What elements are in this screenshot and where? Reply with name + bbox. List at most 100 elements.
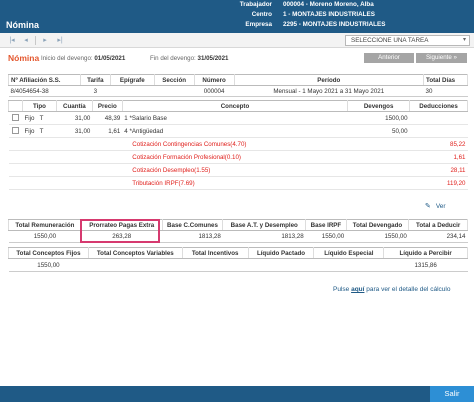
end-period-label: Fin del devengo: [150,55,196,62]
next-button[interactable]: Siguiente » [416,53,467,63]
col-periodo: Período [233,74,425,86]
periodo-value: Mensual - 1 Mayo 2021 a 31 Mayo 2021 [234,85,424,97]
base-at-desempleo-value: 1813,28 [222,230,306,243]
cuantia-value: 31,00 [56,111,93,125]
app-header: Trabajador 000004 - Moreno Moreno, Alba … [0,0,474,33]
concepts-table: Tipo Cuantía Precio Concepto Devengos De… [8,100,468,190]
deduction-row: Cotización Desempleo(1.55) 28,11 [8,163,468,177]
tipo-flag: T [39,127,44,135]
page-title: Nómina [8,53,40,63]
deduction-concept: Cotización Desempleo(1.55) [122,163,348,177]
col-total-remuneracion: Total Remuneración [8,219,82,231]
totals-table-1: Total Remuneración Prorrateo Pagas Extra… [8,219,468,243]
total-deducir-value: 234,14 [408,230,468,243]
next-icon[interactable]: ▸ [40,36,50,45]
deduction-value: 85,22 [409,137,468,151]
col-numero: Número [193,74,235,86]
col-liquido-especial: Líquido Especial [313,247,385,259]
ver-link-label: Ver [435,203,446,211]
highlight-box [80,219,160,243]
total-conceptos-variables-value [88,258,183,272]
toolbar-divider [35,36,36,45]
col-deducciones: Deducciones [409,100,468,112]
detail-link-suffix: para ver el detalle del cálculo [366,286,451,293]
deducciones-value [409,111,468,125]
app-title: Nómina [6,20,40,30]
concepto-cell: 4 *Antigüedad [122,124,348,138]
concepto-value: *Antigüedad [129,127,164,135]
col-tipo: Tipo [21,100,57,112]
col-total-conceptos-variables: Total Conceptos Variables [87,247,183,259]
total-dias-value: 30 [423,85,468,97]
first-icon[interactable]: |◂ [7,36,17,45]
ver-link[interactable]: ✎ Ver [425,202,446,211]
last-icon[interactable]: ▸| [55,36,65,45]
col-base-ccomunes: Base C.Comunes [161,219,224,231]
checkbox[interactable] [11,127,19,135]
col-precio: Precio [91,100,123,112]
table-row: 1550,00 1315,86 [8,258,468,272]
header-row-centro: Centro 1 - MONTAJES INDUSTRIALES [0,11,474,20]
total-devengado-value: 1550,00 [346,230,409,243]
deduction-concept: Tributación IRPF(7.69) [122,176,348,190]
col-total-deducir: Total a Deducir [408,219,468,231]
empresa-label: Empresa [245,21,272,28]
affiliation-header-row: Nº Afiliación S.S. Tarifa Epígrafe Secci… [8,74,468,86]
col-total-conceptos-fijos: Total Conceptos Fijos [8,247,89,259]
toolbar: |◂ ◂ ▸ ▸| SELECCIONE UNA TAREA ▾ [0,33,474,48]
trabajador-label: Trabajador [239,1,272,8]
tipo-flag: T [39,114,44,122]
deduction-value: 119,20 [409,176,468,190]
epigrafe-value [110,85,155,97]
tipo-value: Fijo [24,114,35,122]
row-checkbox[interactable] [8,111,23,125]
base-irpf-value: 1550,00 [305,230,347,243]
checkbox[interactable] [11,114,19,122]
precio-value: 1,61 [92,124,123,138]
precio-value: 48,39 [92,111,123,125]
deduction-row: Cotización Contingencias Comunes(4.70) 8… [8,137,468,151]
deduction-row: Tributación IRPF(7.69) 119,20 [8,176,468,190]
devengos-value: 1500,00 [347,111,410,125]
table-row: 1550,00 263,28 1813,28 1813,28 1550,00 1… [8,230,468,243]
col-liquido-pactado: Líquido Pactado [247,247,315,259]
concepto-number: 4 [124,127,128,135]
centro-value: 1 - MONTAJES INDUSTRIALES [283,11,375,18]
tipo-cell: Fijo T [22,124,57,138]
totals-header-row: Total Remuneración Prorrateo Pagas Extra… [8,219,468,231]
deduction-value: 28,11 [409,163,468,177]
col-select [8,100,23,112]
deduction-row: Cotización Formación Profesional(0.10) 1… [8,150,468,164]
deduction-value: 1,61 [409,150,468,164]
start-period-value: 01/05/2021 [94,55,126,62]
total-conceptos-fijos-value: 1550,00 [8,258,89,272]
trabajador-value: 000004 - Moreno Moreno, Alba [283,1,374,8]
concepto-cell: 1 *Salario Base [122,111,348,125]
double-chevron-right-icon: » [453,54,457,61]
col-epigrafe: Epígrafe [109,74,155,86]
base-ccomunes-value: 1813,28 [162,230,223,243]
col-liquido-percibir: Líquido a Percibir [383,247,468,259]
row-checkbox[interactable] [8,124,23,138]
detail-link: Pulse aquí para ver el detalle del cálcu… [333,286,450,293]
edit-icon: ✎ [425,203,431,210]
previous-icon[interactable]: ◂ [21,36,31,45]
col-seccion: Sección [153,74,195,86]
tipo-cell: Fijo T [22,111,57,125]
exit-button[interactable]: Salir [430,386,474,402]
col-devengos: Devengos [347,100,411,112]
previous-button[interactable]: Anterior [364,53,414,63]
detail-here-link[interactable]: aquí [351,286,364,293]
afiliacion-value: 8/4054654-38 [8,85,81,97]
header-row-trabajador: Trabajador 000004 - Moreno Moreno, Alba [0,1,474,10]
table-row: 8/4054654-38 3 000004 Mensual - 1 Mayo 2… [8,85,468,97]
deduction-concept: Cotización Formación Profesional(0.10) [122,150,348,164]
total-remuneracion-value: 1550,00 [8,230,82,243]
chevron-down-icon: ▾ [462,37,466,43]
col-total-incentivos: Total Incentivos [181,247,249,259]
task-select[interactable]: SELECCIONE UNA TAREA ▾ [345,35,470,46]
task-select-value: SELECCIONE UNA TAREA [351,37,429,44]
table-row: Fijo T 31,00 48,39 1 *Salario Base 1500,… [8,111,468,125]
tarifa-value: 3 [80,85,111,97]
affiliation-table: Nº Afiliación S.S. Tarifa Epígrafe Secci… [8,74,468,97]
